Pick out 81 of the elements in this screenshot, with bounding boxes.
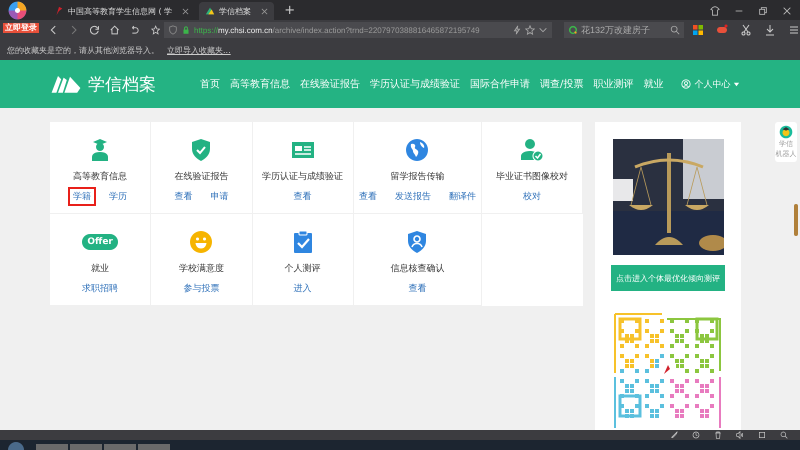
service-link[interactable]: 查看 [169,187,198,206]
promo-button[interactable]: 点击进入个体最优化倾向测评 [611,265,725,291]
download-icon[interactable] [764,24,776,36]
history-icon[interactable] [692,431,700,439]
service-title: 个人测评 [284,262,321,275]
service-title: 留学报告传输 [390,170,444,183]
offer-badge: Offer [82,234,118,250]
service-title: 毕业证书图像校对 [496,170,568,183]
globe-icon [405,138,430,162]
scrollbar-thumb[interactable] [794,204,798,236]
nav-link[interactable]: 学历认证与成绩验证 [370,77,460,91]
service-link[interactable]: 参与投票 [178,279,224,298]
star-icon[interactable] [525,25,535,35]
browser-tab[interactable]: 学信档案 [199,2,274,20]
triangle-icon [205,6,216,16]
apps-icon[interactable] [692,24,704,36]
service-link[interactable]: 查看 [403,279,432,298]
lightning-icon[interactable] [512,25,522,35]
book-logo-icon[interactable] [50,74,82,94]
service-title: 学校满意度 [178,262,224,275]
search-logo-icon [568,25,578,35]
gamepad-icon[interactable] [716,24,728,36]
browser-logo-icon[interactable] [8,1,27,20]
person-check-icon [520,138,544,162]
user-menu[interactable]: 个人中心 [681,78,740,90]
service-title: 在线验证报告 [174,170,228,183]
close-icon[interactable] [182,8,190,14]
service-link[interactable]: 查看 [354,187,382,206]
menu-icon[interactable] [788,24,800,36]
service-link[interactable]: 学历 [104,187,132,206]
nav-link[interactable]: 高等教育信息 [230,77,290,91]
user-icon [681,79,692,89]
site-logo-text[interactable]: 学信档案 [88,72,156,96]
nav-link[interactable]: 在线验证报告 [300,77,360,91]
search-icon[interactable] [670,25,680,35]
service-title: 高等教育信息 [73,170,128,183]
reload-icon[interactable] [90,24,99,36]
service-link[interactable]: 查看 [288,187,317,206]
service-title: 信息核查确认 [390,262,444,275]
start-button[interactable] [8,442,24,450]
restore-icon[interactable] [758,6,768,16]
caret-icon [733,80,740,88]
service-link[interactable]: 发送报告 [390,187,436,206]
back-icon[interactable] [49,24,58,36]
nav-link[interactable]: 就业 [643,77,664,91]
home-icon[interactable] [110,24,120,36]
undo-icon[interactable] [130,24,140,36]
service-link[interactable]: 学籍 [68,187,96,206]
flag-icon [54,6,64,16]
shirt-icon[interactable] [710,6,720,16]
login-badge[interactable]: 立即登录 [3,23,39,33]
service-link[interactable]: 进入 [288,279,317,298]
search-field[interactable]: 花132万改建房子 [564,22,684,38]
service-title: 学历认证与成绩验证 [262,170,344,183]
service-title: 就业 [91,262,110,275]
scissors-icon[interactable] [740,24,752,36]
shield-icon [168,25,178,35]
robot-icon [779,125,793,139]
address-bar[interactable]: https://my.chsi.com.cn/archive/index.action?trnd=2207970388816465872195749 [164,22,552,38]
new-tab-button[interactable]: + [284,2,296,20]
nav-link[interactable]: 首页 [200,77,220,91]
bookmarks-message: 您的收藏夹是空的，请从其他浏览器导入。 [7,44,159,56]
nav-link[interactable]: 调查/投票 [540,77,584,91]
close-icon[interactable] [261,8,268,14]
forward-icon[interactable] [69,24,79,36]
search-icon[interactable] [780,431,788,439]
close-icon[interactable] [782,6,792,16]
service-link[interactable]: 翻译件 [444,187,481,206]
trash-icon[interactable] [714,431,722,439]
smiley-icon [189,230,214,254]
star-icon[interactable] [150,24,160,36]
speaker-icon[interactable] [736,431,744,439]
lock-icon [181,25,191,35]
service-link[interactable]: 求职招聘 [77,279,124,298]
service-link[interactable]: 申请 [205,187,234,206]
chevron-down-icon[interactable] [538,25,548,35]
nav-link[interactable]: 国际合作申请 [470,77,530,91]
nav-link[interactable]: 职业测评 [593,77,634,91]
import-bookmarks-link[interactable]: 立即导入收藏夹... [167,44,231,56]
window-icon[interactable] [758,431,766,439]
service-link[interactable]: 校对 [518,187,546,206]
